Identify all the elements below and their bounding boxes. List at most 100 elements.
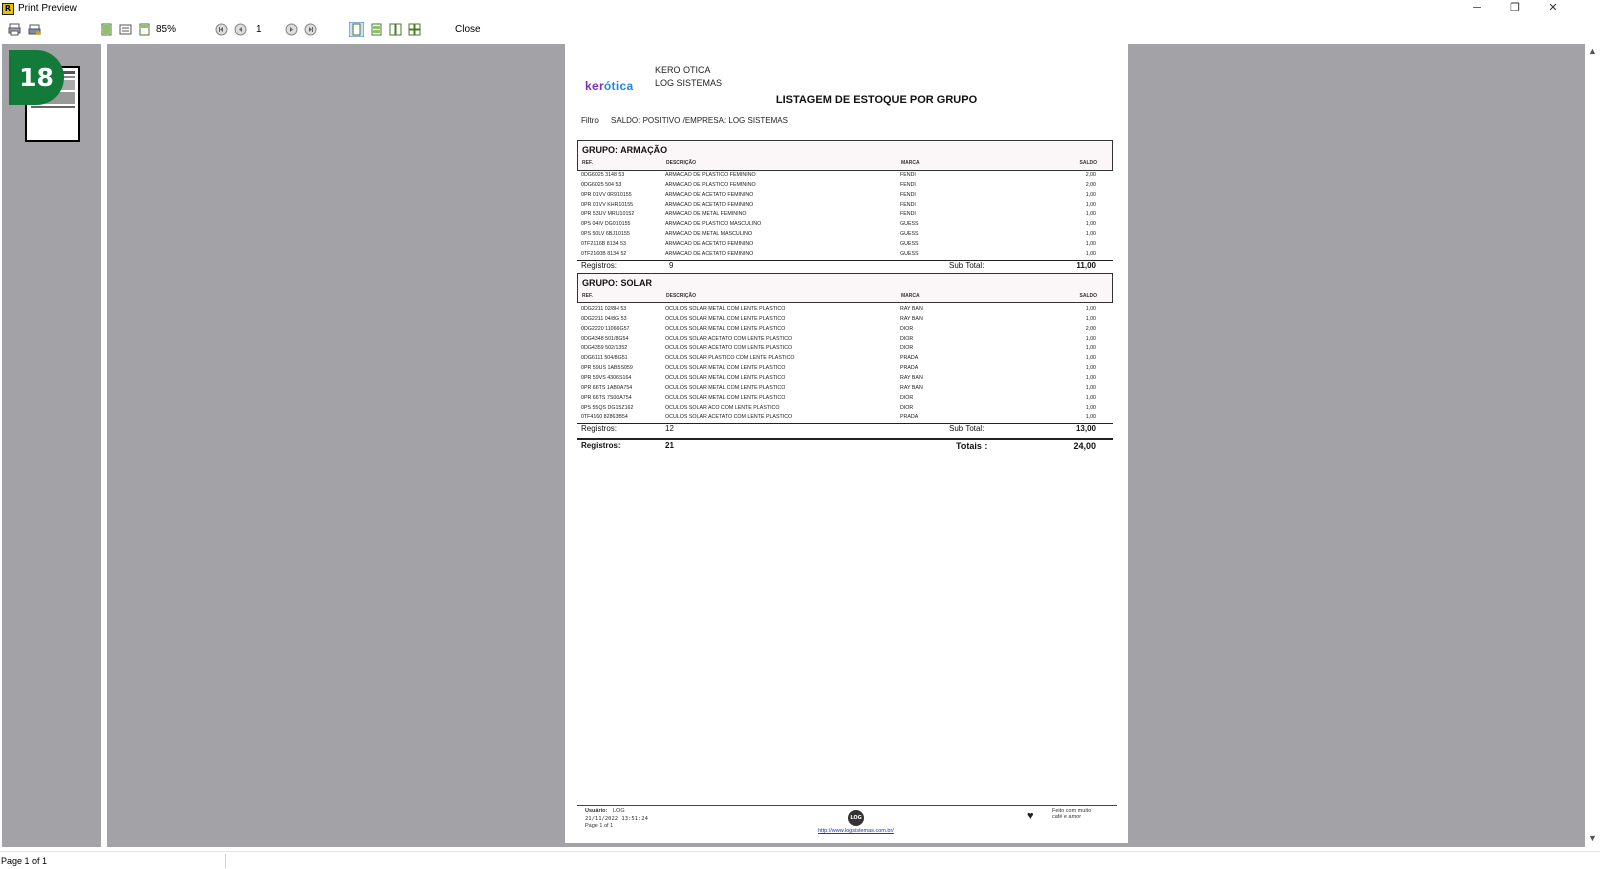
registros-count: 9: [669, 261, 674, 270]
table-row: 0PR 59US 1AB5S059 OCULOS SOLAR METAL COM …: [565, 364, 1128, 374]
cell-saldo: 2,00: [1085, 325, 1096, 332]
table-row: 0DG2220 11066G57 OCULOS SOLAR METAL COM L…: [565, 325, 1128, 335]
restore-button[interactable]: ❐: [1496, 0, 1534, 18]
whole-page-icon[interactable]: [100, 23, 113, 36]
close-window-button[interactable]: ✕: [1534, 0, 1572, 18]
cell-saldo: 1,00: [1085, 201, 1096, 208]
cell-marca: RAY BAN: [900, 315, 923, 322]
toolbar: 85% Close: [0, 19, 1600, 41]
minimize-button[interactable]: ─: [1458, 0, 1496, 18]
cell-ref: 0DG4359 502/1352: [581, 345, 628, 352]
page-width-icon[interactable]: [119, 23, 132, 36]
vertical-scrollbar[interactable]: ▲ ▼: [1585, 44, 1600, 847]
hundred-percent-icon[interactable]: [138, 23, 151, 36]
last-page-icon[interactable]: [304, 23, 317, 36]
cell-descricao: OCULOS SOLAR METAL COM LENTE PLASTICO: [665, 365, 786, 372]
close-preview-button[interactable]: Close: [455, 24, 481, 35]
registros-count: 12: [665, 424, 674, 433]
cell-saldo: 1,00: [1085, 384, 1096, 391]
filter-label: Filtro: [581, 116, 599, 125]
registros-label: Registros:: [581, 424, 618, 433]
cell-ref: 0PR 53UV MRU10152: [581, 211, 635, 218]
two-pages-view-icon[interactable]: [370, 23, 383, 36]
scroll-down-icon[interactable]: ▼: [1585, 833, 1600, 843]
cell-marca: RAY BAN: [900, 384, 923, 391]
cell-ref: 0TF2116B 8134 53: [581, 240, 626, 247]
footer-link[interactable]: http://www.logsistemas.com.br/: [818, 828, 894, 834]
print-icon[interactable]: [8, 23, 21, 36]
cell-descricao: ARMACAO DE ACETATO FEMININO: [665, 191, 754, 198]
footer-divider: [577, 805, 1117, 806]
cell-descricao: ARMACAO DE METAL MASCULINO: [665, 231, 753, 238]
company-subtitle: LOG SISTEMAS: [655, 78, 723, 88]
next-page-icon[interactable]: [285, 23, 298, 36]
single-page-view-icon[interactable]: [349, 22, 364, 37]
cell-saldo: 1,00: [1085, 355, 1096, 362]
column-header-marca: MARCA: [901, 293, 920, 299]
cell-descricao: OCULOS SOLAR METAL COM LENTE PLASTICO: [665, 306, 786, 312]
cell-ref: 0PR 66TS 7S00A754: [581, 394, 632, 401]
table-row: 0TF2116B 8134 53 ARMACAO DE ACETATO FEMIN…: [565, 240, 1128, 250]
group-summary: Registros: 9 Sub Total: 11,00: [565, 260, 1128, 272]
group-title: GRUPO: ARMAÇÃO: [582, 145, 668, 155]
table-row: 0DG4348 501/8G54 OCULOS SOLAR ACETATO COM…: [565, 335, 1128, 345]
status-page-info: Page 1 of 1: [1, 856, 48, 866]
table-row: 0PR 66TS 7S00A754 OCULOS SOLAR METAL COM …: [565, 394, 1128, 404]
table-row: 0DG6025 504 53 ARMACAO DE PLASTICO FEMINI…: [565, 181, 1128, 191]
table-row: 0PR 66TS 1AB0A754 OCULOS SOLAR METAL COM …: [565, 384, 1128, 394]
cell-descricao: OCULOS SOLAR PLASTICO COM LENTE PLASTICO: [665, 355, 795, 362]
cell-marca: FENDI: [900, 201, 916, 208]
previous-page-icon[interactable]: [234, 23, 247, 36]
cell-descricao: OCULOS SOLAR METAL COM LENTE PLASTICO: [665, 325, 786, 332]
multi-page-view-icon[interactable]: [408, 23, 421, 36]
cell-ref: 0PS 04IV DG010155: [581, 221, 631, 228]
company-name: KERO OTICA: [655, 65, 711, 75]
table-row: 0PS 55QS DG15Z162 OCULOS SOLAR ACO COM LE…: [565, 404, 1128, 414]
group-header: GRUPO: SOLAR REF. DESCRIÇÃO MARCA SALDO: [577, 273, 1113, 303]
table-row: 0DG6111 504/8G51 OCULOS SOLAR PLASTICO CO…: [565, 354, 1128, 364]
first-page-icon[interactable]: [215, 23, 228, 36]
cell-ref: 0PR 01VV KHR10155: [581, 201, 634, 208]
zoom-level[interactable]: 85%: [156, 24, 176, 35]
cell-marca: DIOR: [900, 394, 914, 401]
cell-ref: 0PS 50LV 6BJ10155: [581, 231, 630, 238]
cell-marca: GUESS: [900, 221, 919, 228]
cell-marca: GUESS: [900, 231, 919, 238]
cell-ref: 0PR 59US 1AB5S059: [581, 365, 633, 372]
page-number-input[interactable]: [254, 22, 282, 37]
cell-marca: GUESS: [900, 250, 919, 257]
side-by-side-view-icon[interactable]: [389, 23, 402, 36]
scroll-thumb[interactable]: [1588, 60, 1597, 830]
subtotal-value: 11,00: [1076, 261, 1096, 270]
table-row: 0TF2160B 8134 52 ARMACAO DE ACETATO FEMIN…: [565, 250, 1128, 260]
footer-made-with-2: café e amor: [1052, 814, 1082, 820]
company-logo: kerótica: [585, 79, 634, 93]
column-header-marca: MARCA: [901, 160, 920, 166]
cell-saldo: 1,00: [1085, 231, 1096, 238]
cell-marca: RAY BAN: [900, 374, 923, 381]
column-header-saldo: SALDO: [1079, 160, 1098, 166]
table-row: 0PR 01VV 0R910155 ARMACAO DE ACETATO FEMI…: [565, 191, 1128, 201]
cell-marca: DIOR: [900, 404, 914, 411]
cell-saldo: 1,00: [1085, 345, 1096, 352]
cell-marca: RAY BAN: [900, 306, 923, 312]
group-title: GRUPO: SOLAR: [582, 278, 653, 288]
cell-saldo: 1,00: [1085, 240, 1096, 247]
cell-saldo: 1,00: [1085, 394, 1096, 401]
column-header-descricao: DESCRIÇÃO: [666, 160, 697, 166]
title-bar: R Print Preview ─ ❐ ✕: [0, 0, 1600, 18]
cell-saldo: 1,00: [1085, 414, 1096, 421]
column-header-descricao: DESCRIÇÃO: [666, 293, 697, 299]
cell-descricao: OCULOS SOLAR METAL COM LENTE PLASTICO: [665, 374, 786, 381]
footer-datetime: 21/11/2022 13:51:24: [585, 816, 648, 822]
status-separator: [225, 854, 226, 868]
cell-saldo: 1,00: [1085, 335, 1096, 342]
cell-saldo: 1,00: [1085, 315, 1096, 322]
cell-ref: 0PR 66TS 1AB0A754: [581, 384, 633, 391]
print-setup-icon[interactable]: [28, 23, 41, 36]
table-row: 0PS 04IV DG010155 ARMACAO DE PLASTICO MAS…: [565, 220, 1128, 230]
preview-area: kerótica KERO OTICA LOG SISTEMAS LISTAGE…: [107, 44, 1585, 847]
scroll-up-icon[interactable]: ▲: [1585, 46, 1600, 56]
cell-saldo: 1,00: [1085, 191, 1096, 198]
cell-marca: DIOR: [900, 325, 914, 332]
